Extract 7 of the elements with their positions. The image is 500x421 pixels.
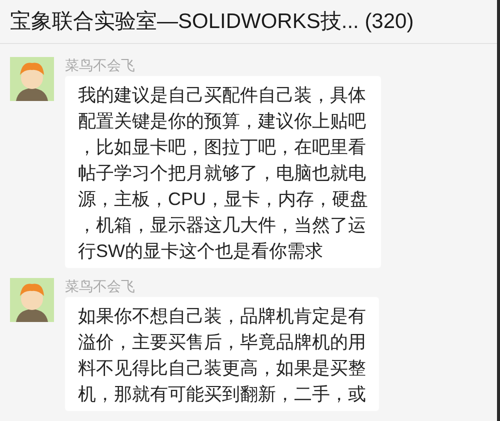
message-bubble: 如果你不想自己装，品牌机肯定是有 溢价，主要买售后，毕竟品牌机的用 料不见得比自己装更高，如果是买整 机，那就有可能买到翻新，二手，或 xyxy=(65,297,379,411)
avatar[interactable] xyxy=(10,57,54,101)
message-bubble: 我的建议是自己买配件自己装，具体 配置关键是你的预算，建议你上贴吧 ，比如显卡吧，图拉丁吧，在吧里看 帖子学习个把月就够了，电脑也就电 源，主板，CPU，显卡，内存，硬盘 ，机箱，显示器这几大件，当然了运 行SW的显卡这个也是看你需求 xyxy=(65,76,382,268)
window-title: 宝象联合实验室—SOLIDWORKS技... (320) xyxy=(10,8,414,34)
sender-name: 菜鸟不会飞 xyxy=(65,278,136,294)
sender-name: 菜鸟不会飞 xyxy=(65,57,136,73)
avatar[interactable] xyxy=(10,278,54,322)
